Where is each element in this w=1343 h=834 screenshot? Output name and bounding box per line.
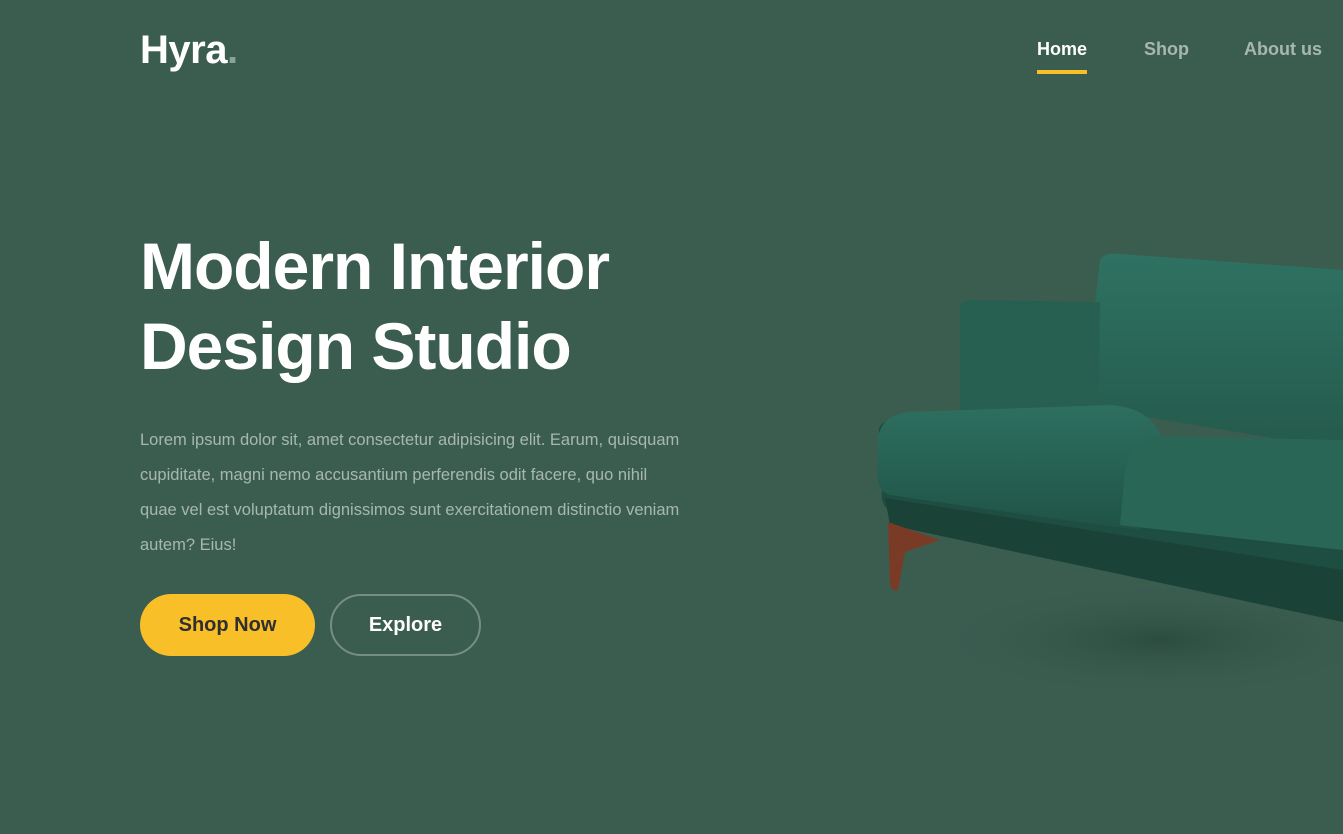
nav-item-about-us[interactable]: About us	[1244, 38, 1322, 60]
brand-dot: .	[226, 28, 238, 72]
hero-page: Hyra. Home Shop About us Modern Interior…	[0, 0, 1343, 834]
shop-now-button[interactable]: Shop Now	[140, 594, 315, 656]
explore-button[interactable]: Explore	[330, 594, 481, 656]
sofa-image	[877, 253, 1343, 700]
hero-title: Modern Interior Design Studio	[140, 226, 780, 386]
main-nav: Home Shop About us	[1000, 38, 1343, 78]
brand-logo[interactable]: Hyra.	[140, 26, 238, 74]
nav-active-indicator	[1037, 70, 1087, 74]
brand-name: Hyra	[140, 28, 227, 72]
hero-description: Lorem ipsum dolor sit, amet consectetur …	[140, 431, 680, 554]
nav-item-shop[interactable]: Shop	[1144, 38, 1189, 60]
hero-title-line-2: Design Studio	[140, 309, 572, 383]
hero-title-line-1: Modern Interior	[140, 229, 610, 303]
nav-item-home[interactable]: Home	[1037, 38, 1087, 60]
